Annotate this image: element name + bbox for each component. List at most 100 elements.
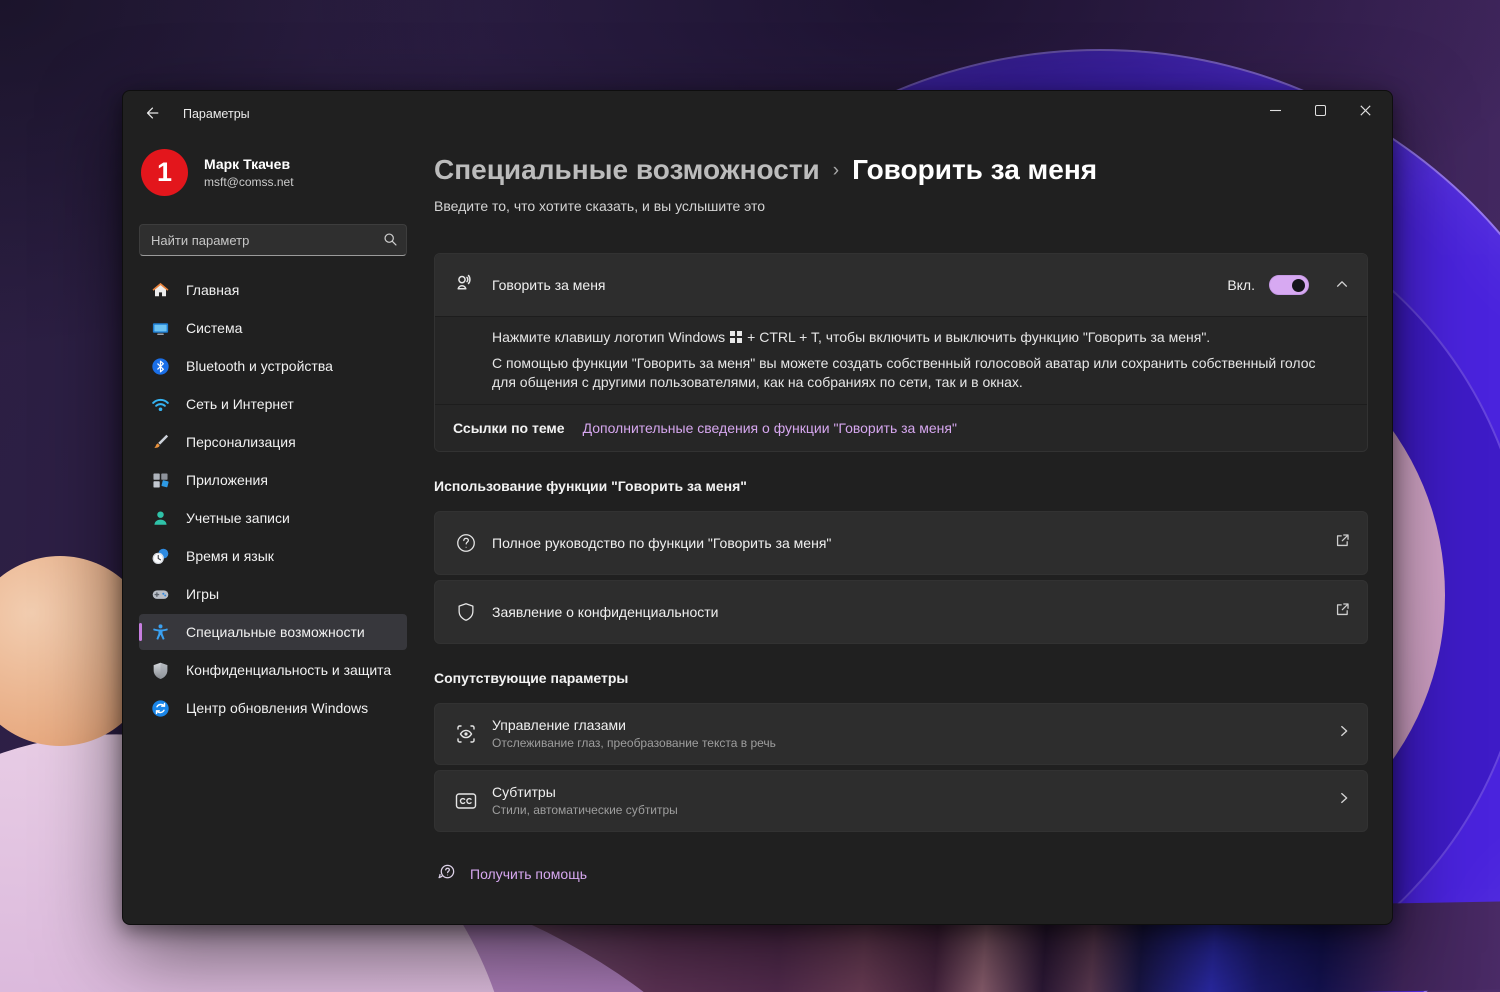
sidebar-nav: Главная Система Bluetooth и устройства С… [139,272,407,726]
captions-card[interactable]: Субтитры Стили, автоматические субтитры [434,769,1368,832]
eye-control-subtitle: Отслеживание глаз, преобразование текста… [492,736,776,751]
sidebar-item-label: Центр обновления Windows [186,700,369,716]
sidebar-item-home[interactable]: Главная [139,272,407,308]
system-icon [151,319,170,338]
home-icon [151,281,170,300]
minimize-icon [1270,109,1281,111]
window-title: Параметры [183,107,250,121]
search-icon [383,232,398,252]
related-section-title: Сопутствующие параметры [434,669,629,686]
apps-icon [151,471,170,490]
privacy-statement-label: Заявление о конфиденциальности [492,603,719,620]
clock-globe-icon [151,547,170,566]
minimize-button[interactable] [1253,91,1298,129]
search-input[interactable] [139,224,407,256]
back-button[interactable] [135,98,169,130]
sidebar-item-apps[interactable]: Приложения [139,462,407,498]
usage-section-title: Использование функции "Говорить за меня" [434,477,747,494]
sidebar-item-personalization[interactable]: Персонализация [139,424,407,460]
captions-title: Субтитры [492,784,556,801]
accessibility-icon [151,623,170,642]
shield-icon [151,661,170,680]
page-title: Говорить за меня [852,153,1098,185]
chevron-up-icon [1335,277,1349,294]
speak-for-me-label: Говорить за меня [492,277,606,293]
sidebar-item-time-language[interactable]: Время и язык [139,538,407,574]
sidebar-item-accounts[interactable]: Учетные записи [139,500,407,536]
sidebar-item-label: Игры [186,586,220,602]
back-arrow-icon [144,105,160,124]
external-link-icon [1334,532,1351,554]
sidebar-item-label: Учетные записи [186,510,290,526]
privacy-statement-card[interactable]: Заявление о конфиденциальности [434,579,1368,644]
speak-for-me-header[interactable]: Говорить за меня Вкл. [435,254,1367,316]
speak-icon [453,271,477,300]
sidebar-item-windows-update[interactable]: Центр обновления Windows [139,690,407,726]
avatar: 1 [141,149,188,196]
sidebar-item-label: Персонализация [186,434,296,450]
wifi-icon [151,395,170,414]
description-line-2: С помощью функции "Говорить за меня" вы … [492,354,1316,390]
gamepad-icon [151,585,170,604]
eye-control-icon [453,722,479,746]
settings-window: Параметры 1 Марк Ткачев msft@comss.net Н… [122,90,1393,925]
sidebar-item-label: Конфиденциальность и защита [186,662,392,678]
eye-control-card[interactable]: Управление глазами Отслеживание глаз, пр… [434,702,1368,765]
get-help-row: Получить помощь [434,862,1368,887]
sidebar-item-privacy[interactable]: Конфиденциальность и защита [139,652,407,688]
person-icon [151,509,170,528]
related-links-row: Ссылки по теме Дополнительные сведения о… [435,403,1367,451]
sidebar-item-network[interactable]: Сеть и Интернет [139,386,407,422]
breadcrumb-separator-icon: › [832,160,840,181]
search-box [139,224,407,256]
chevron-right-icon [1337,724,1351,743]
sidebar-item-gaming[interactable]: Игры [139,576,407,612]
full-guide-card[interactable]: Полное руководство по функции "Говорить … [434,510,1368,575]
titlebar: Параметры [123,91,1392,137]
speak-for-me-expander: Говорить за меня Вкл. Нажмите клавишу ло… [434,253,1368,452]
toggle-status: Вкл. [1227,277,1255,293]
page-subtitle: Введите то, что хотите сказать, и вы усл… [434,198,766,214]
eye-control-title: Управление глазами [492,717,626,734]
bluetooth-icon [151,357,170,376]
sidebar-item-label: Главная [186,282,240,298]
windows-logo-icon [730,331,742,343]
update-icon [151,699,170,718]
sidebar-item-label: Время и язык [186,548,274,564]
sidebar-item-label: Специальные возможности [186,624,365,640]
sidebar-item-system[interactable]: Система [139,310,407,346]
breadcrumb-parent[interactable]: Специальные возможности [434,153,820,187]
links-label: Ссылки по теме [453,419,565,436]
sidebar: 1 Марк Ткачев msft@comss.net Главная [139,137,407,728]
maximize-icon [1315,104,1326,116]
sidebar-item-bluetooth-devices[interactable]: Bluetooth и устройства [139,348,407,384]
learn-more-link[interactable]: Дополнительные сведения о функции "Говор… [583,420,957,436]
window-controls [1253,91,1388,131]
usage-cards: Полное руководство по функции "Говорить … [434,510,1368,644]
external-link-icon [1334,601,1351,623]
close-button[interactable] [1343,91,1388,129]
description-line-1: Нажмите клавишу логотип Windows + CTRL + … [492,329,1211,345]
speak-toggle[interactable] [1269,275,1309,295]
account-profile[interactable]: 1 Марк Ткачев msft@comss.net [139,149,407,196]
brush-icon [151,433,170,452]
sidebar-item-label: Приложения [186,472,268,488]
sidebar-item-accessibility[interactable]: Специальные возможности [139,614,407,650]
breadcrumb: Специальные возможности › Говорить за ме… [434,151,1368,188]
profile-name: Марк Ткачев [204,156,291,172]
sidebar-item-label: Bluetooth и устройства [186,358,333,374]
close-icon [1360,104,1371,116]
profile-email: msft@comss.net [204,175,294,189]
question-circle-icon [453,532,479,554]
toggle-knob [1292,278,1305,292]
closed-captions-icon [453,789,479,813]
sidebar-item-label: Сеть и Интернет [186,396,294,412]
captions-subtitle: Стили, автоматические субтитры [492,803,678,818]
speak-for-me-description: Нажмите клавишу логотип Windows + CTRL + … [435,316,1367,404]
main-content: Специальные возможности › Говорить за ме… [434,137,1368,887]
desktop: Параметры 1 Марк Ткачев msft@comss.net Н… [0,0,1500,992]
maximize-button[interactable] [1298,91,1343,129]
collapse-button[interactable] [1327,270,1357,300]
get-help-link[interactable]: Получить помощь [470,866,587,882]
chevron-right-icon [1337,791,1351,810]
